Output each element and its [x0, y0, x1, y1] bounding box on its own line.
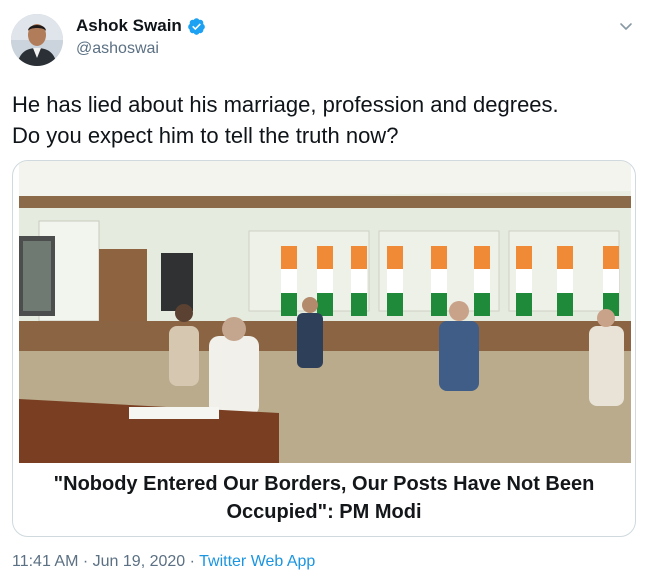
card-image [19, 161, 631, 463]
card-title[interactable]: "Nobody Entered Our Borders, Our Posts H… [13, 470, 635, 526]
meta-separator: · [189, 553, 195, 570]
meta-separator: · [82, 553, 89, 570]
card-title-line: "Nobody Entered Our Borders, Our Posts H… [53, 473, 595, 495]
author-name-row: Ashok Swain [76, 16, 206, 36]
author-handle[interactable]: @ashoswai [76, 40, 159, 58]
tweet-source-link[interactable]: Twitter Web App [199, 553, 315, 570]
tweet-text-line: He has lied about his marriage, professi… [12, 92, 559, 117]
link-preview-card[interactable]: "Nobody Entered Our Borders, Our Posts H… [12, 160, 636, 537]
verified-badge-icon [187, 17, 206, 36]
tweet-text: He has lied about his marriage, professi… [12, 89, 642, 151]
tweet: Ashok Swain @ashoswai He has lied about … [0, 0, 652, 585]
tweet-time[interactable]: 11:41 AM [12, 553, 78, 570]
tweet-meta: 11:41 AM · Jun 19, 2020 · Twitter Web Ap… [12, 553, 315, 571]
tweet-text-line: Do you expect him to tell the truth now? [12, 123, 399, 148]
card-title-line: Occupied": PM Modi [226, 501, 422, 523]
chevron-down-icon[interactable] [618, 18, 634, 34]
author-display-name[interactable]: Ashok Swain [76, 16, 182, 36]
avatar[interactable] [11, 14, 63, 66]
tweet-date[interactable]: Jun 19, 2020 [93, 553, 186, 570]
